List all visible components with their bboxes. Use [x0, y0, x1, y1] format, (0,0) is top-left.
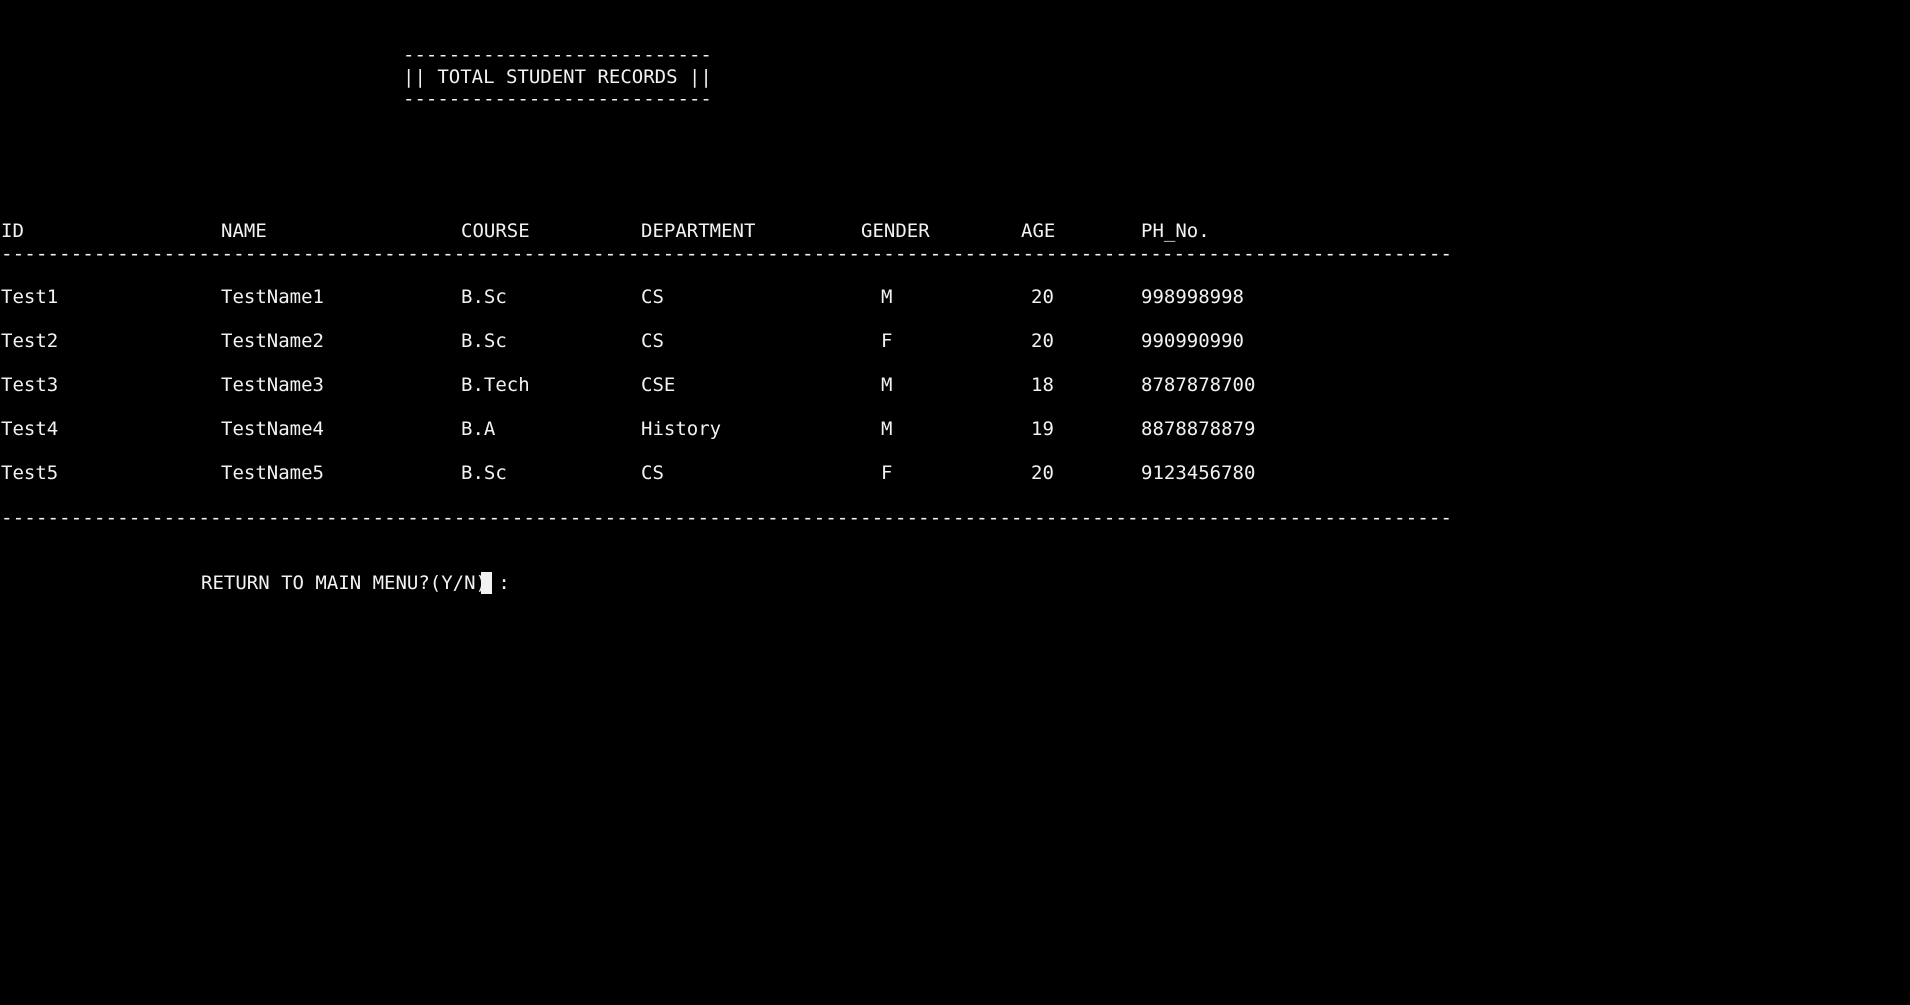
cell-course: B.Tech [461, 374, 530, 396]
cell-course: B.Sc [461, 330, 507, 352]
cell-name: TestName2 [221, 330, 324, 352]
cell-id: Test1 [1, 286, 59, 308]
cell-gender: M [881, 286, 893, 308]
cell-name: TestName3 [221, 374, 324, 396]
cell-id: Test3 [1, 374, 59, 396]
terminal-window: { "header": { "rule_top": "-------------… [0, 0, 1910, 1005]
cell-id: Test5 [1, 462, 59, 484]
table-divider-bottom: ----------------------------------------… [1, 506, 1453, 529]
column-header-phone: PH_No. [1141, 220, 1210, 242]
cell-phone: 9123456780 [1141, 462, 1256, 484]
cell-name: TestName5 [221, 462, 324, 484]
cell-phone: 998998998 [1141, 286, 1244, 308]
title-rule-bottom: --------------------------- [403, 88, 712, 110]
cell-course: B.Sc [461, 286, 507, 308]
cell-age: 19 [1031, 418, 1054, 440]
cell-department: History [641, 418, 722, 440]
cell-name: TestName4 [221, 418, 324, 440]
cell-department: CS [641, 462, 664, 484]
cell-age: 18 [1031, 374, 1054, 396]
table-divider-top: ----------------------------------------… [1, 242, 1453, 265]
column-header-age: AGE [1021, 220, 1056, 242]
cell-course: B.Sc [461, 462, 507, 484]
cell-phone: 8787878700 [1141, 374, 1256, 396]
cell-id: Test2 [1, 330, 59, 352]
column-header-gender: GENDER [861, 220, 930, 242]
cell-department: CS [641, 286, 664, 308]
cell-age: 20 [1031, 330, 1054, 352]
column-header-department: DEPARTMENT [641, 220, 756, 242]
cell-phone: 990990990 [1141, 330, 1244, 352]
column-header-name: NAME [221, 220, 267, 242]
cell-gender: F [881, 330, 893, 352]
cell-name: TestName1 [221, 286, 324, 308]
cell-age: 20 [1031, 462, 1054, 484]
cell-department: CS [641, 330, 664, 352]
page-title: || TOTAL STUDENT RECORDS || [403, 66, 712, 88]
cell-gender: M [881, 374, 893, 396]
cell-course: B.A [461, 418, 496, 440]
column-header-course: COURSE [461, 220, 530, 242]
text-cursor[interactable] [481, 572, 492, 594]
cell-phone: 8878878879 [1141, 418, 1256, 440]
cell-age: 20 [1031, 286, 1054, 308]
return-menu-prompt: RETURN TO MAIN MENU?(Y/N) : [201, 572, 510, 594]
title-rule-top: --------------------------- [403, 44, 712, 66]
column-header-id: ID [1, 220, 24, 242]
cell-gender: M [881, 418, 893, 440]
cell-id: Test4 [1, 418, 59, 440]
cell-department: CSE [641, 374, 676, 396]
cell-gender: F [881, 462, 893, 484]
